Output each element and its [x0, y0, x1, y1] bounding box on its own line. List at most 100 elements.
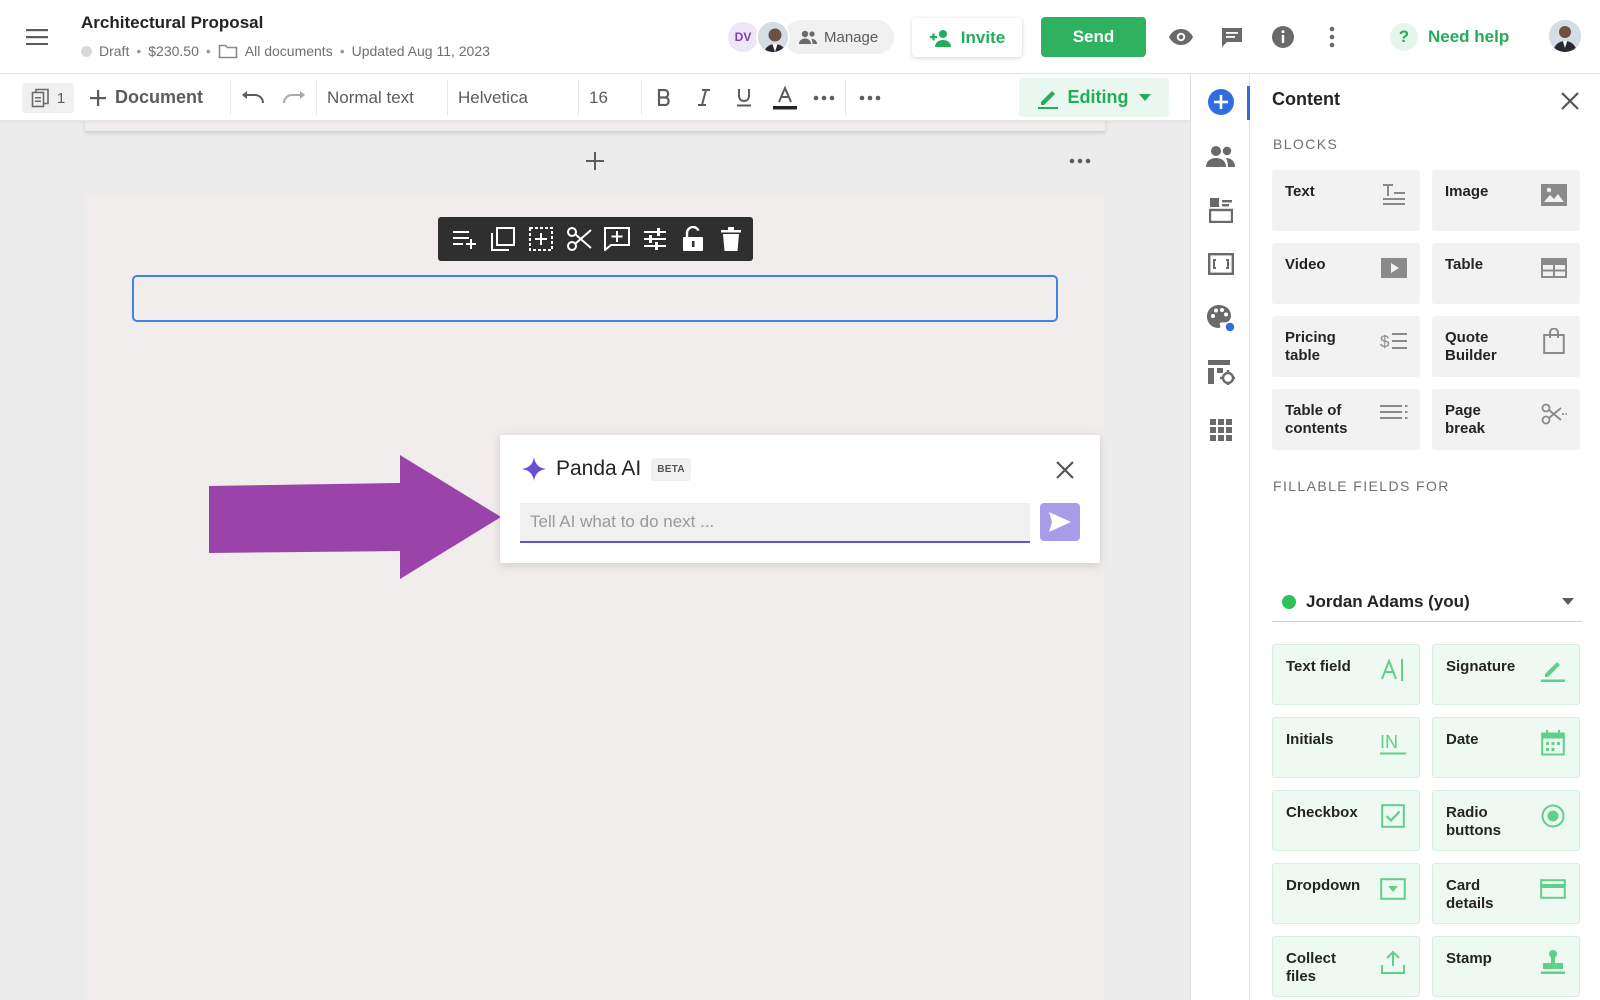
- manage-label: Manage: [824, 28, 879, 46]
- block-table[interactable]: Table: [1432, 243, 1580, 304]
- checkbox-icon: [1379, 803, 1407, 829]
- editing-mode-button[interactable]: Editing: [1019, 78, 1169, 117]
- more-vertical-icon[interactable]: [1317, 22, 1347, 52]
- add-block-plus-icon[interactable]: [583, 149, 607, 173]
- menu-icon[interactable]: [22, 22, 52, 52]
- field-card-details[interactable]: Card details: [1432, 863, 1580, 924]
- folder-link[interactable]: All documents: [245, 43, 333, 59]
- ai-title: Panda AI BETA: [522, 457, 691, 481]
- text-style-select[interactable]: Normal text: [327, 74, 414, 121]
- document-title[interactable]: Architectural Proposal: [81, 13, 263, 33]
- toolbar-divider: [641, 80, 642, 115]
- select-block-icon[interactable]: [522, 217, 560, 261]
- annotation-arrow: [208, 455, 504, 581]
- field-dropdown[interactable]: Dropdown: [1272, 863, 1420, 924]
- user-avatar[interactable]: [1549, 20, 1581, 52]
- field-label: Dropdown: [1286, 877, 1361, 894]
- need-help-button[interactable]: ? Need help: [1390, 20, 1509, 54]
- block-page-break[interactable]: Page break: [1432, 389, 1580, 450]
- text-color-icon[interactable]: [772, 74, 798, 121]
- block-video[interactable]: Video: [1272, 243, 1420, 304]
- variables-icon[interactable]: [1191, 352, 1251, 392]
- font-family-select[interactable]: Helvetica: [458, 74, 528, 121]
- block-image[interactable]: Image: [1432, 170, 1580, 231]
- field-checkbox[interactable]: Checkbox: [1272, 790, 1420, 851]
- invite-button[interactable]: Invite: [912, 18, 1022, 57]
- add-comment-icon[interactable]: [598, 217, 636, 261]
- block-label: Video: [1285, 256, 1326, 273]
- unlock-icon[interactable]: [674, 217, 712, 261]
- bold-icon[interactable]: [654, 74, 674, 121]
- field-radio-buttons[interactable]: Radio buttons: [1432, 790, 1580, 851]
- field-signature[interactable]: Signature: [1432, 644, 1580, 705]
- add-document-label: Document: [115, 87, 204, 107]
- more-format-icon[interactable]: [812, 74, 836, 121]
- ai-prompt-input[interactable]: [520, 503, 1030, 543]
- underline-icon[interactable]: [734, 74, 754, 121]
- redo-icon[interactable]: [281, 74, 307, 121]
- field-label: Stamp: [1446, 950, 1492, 967]
- block-pricing-table[interactable]: Pricing table $: [1272, 316, 1420, 377]
- field-stamp[interactable]: Stamp: [1432, 936, 1580, 997]
- apps-grid-icon[interactable]: [1191, 410, 1251, 450]
- avatar-photo[interactable]: [756, 20, 790, 54]
- italic-icon[interactable]: [694, 74, 714, 121]
- settings-sliders-icon[interactable]: [636, 217, 674, 261]
- selected-text-block[interactable]: [132, 275, 1058, 322]
- pages-button[interactable]: 1: [22, 83, 74, 113]
- stamp-icon: [1539, 949, 1567, 975]
- radio-icon: [1539, 803, 1567, 829]
- meta-separator: •: [205, 43, 211, 59]
- pencil-icon: [1037, 87, 1058, 109]
- add-below-icon[interactable]: [446, 217, 484, 261]
- block-quote-builder[interactable]: Quote Builder: [1432, 316, 1580, 377]
- duplicate-icon[interactable]: [484, 217, 522, 261]
- design-blocks-icon[interactable]: [1191, 190, 1251, 230]
- updated-date: Updated Aug 11, 2023: [351, 43, 490, 59]
- palette-icon[interactable]: [1191, 298, 1251, 338]
- invite-label: Invite: [960, 27, 1006, 47]
- scissors-icon: [1540, 401, 1568, 427]
- block-label: Quote Builder: [1445, 329, 1497, 364]
- font-size-select[interactable]: 16: [589, 74, 608, 121]
- close-icon[interactable]: [1052, 457, 1078, 483]
- ai-title-text: Panda AI: [556, 457, 642, 480]
- image-icon: [1540, 182, 1568, 208]
- embed-icon[interactable]: [1191, 244, 1251, 284]
- field-collect-files[interactable]: Collect files: [1272, 936, 1420, 997]
- page-more-icon[interactable]: [1068, 149, 1092, 173]
- text-block-icon: [1380, 182, 1408, 208]
- scissors-icon[interactable]: [560, 217, 598, 261]
- block-label: Image: [1445, 183, 1489, 200]
- recipient-name: Jordan Adams (you): [1306, 591, 1470, 611]
- sparkle-icon: [522, 457, 546, 481]
- info-icon[interactable]: [1268, 22, 1298, 52]
- comment-icon[interactable]: [1217, 22, 1247, 52]
- chevron-down-icon: [1562, 598, 1574, 606]
- field-initials[interactable]: Initials IN: [1272, 717, 1420, 778]
- close-panel-icon[interactable]: [1555, 86, 1585, 116]
- add-document-button[interactable]: Document: [89, 74, 203, 121]
- previous-page: [85, 121, 1105, 131]
- send-arrow-icon[interactable]: [1040, 503, 1080, 541]
- field-text-field[interactable]: Text field: [1272, 644, 1420, 705]
- recipient-select[interactable]: Jordan Adams (you): [1272, 582, 1582, 622]
- add-content-icon[interactable]: [1191, 82, 1251, 122]
- chevron-down-icon: [1138, 93, 1151, 102]
- block-table-of-contents[interactable]: Table of contents: [1272, 389, 1420, 450]
- folder-icon: [218, 43, 238, 59]
- field-label: Signature: [1446, 658, 1516, 675]
- recipients-icon[interactable]: [1191, 136, 1251, 176]
- avatar[interactable]: DV: [726, 20, 760, 54]
- field-date[interactable]: Date: [1432, 717, 1580, 778]
- more-options-icon[interactable]: [858, 74, 882, 121]
- panel-title: Content: [1272, 89, 1340, 109]
- meta-separator: •: [136, 43, 142, 59]
- block-text[interactable]: Text: [1272, 170, 1420, 231]
- eye-icon[interactable]: [1166, 22, 1196, 52]
- send-button[interactable]: Send: [1041, 17, 1146, 57]
- trash-icon[interactable]: [712, 217, 750, 261]
- manage-button[interactable]: Manage: [784, 20, 894, 54]
- undo-icon[interactable]: [240, 74, 266, 121]
- recipient-status-dot: [1282, 594, 1296, 609]
